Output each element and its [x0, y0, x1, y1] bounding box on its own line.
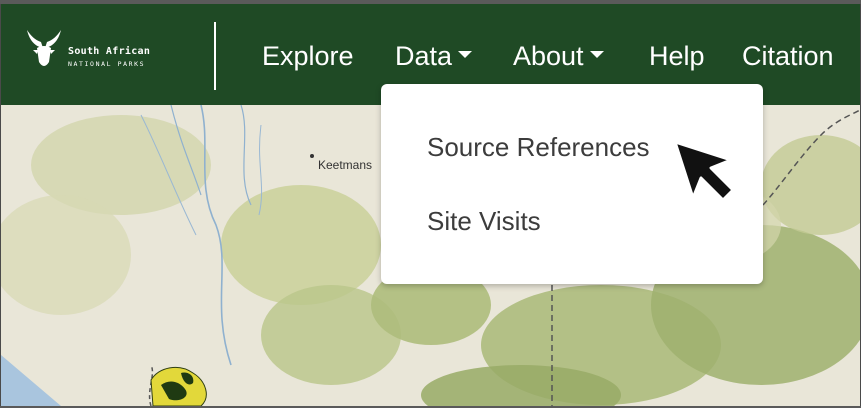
map-city-marker [310, 154, 314, 158]
nav-about-dropdown[interactable]: About [513, 38, 604, 74]
nav-help-label: Help [649, 41, 705, 71]
sanparks-logo[interactable]: South African NATIONAL PARKS [23, 26, 183, 84]
caret-down-icon [589, 51, 604, 59]
nav-data-label: Data [395, 41, 453, 71]
dropdown-item-source-references[interactable]: Source References [427, 132, 650, 163]
nav-explore-label: Explore [262, 41, 354, 71]
dropdown-item-site-visits[interactable]: Site Visits [427, 206, 541, 237]
nav-citation-label: Citation [742, 41, 834, 71]
logo-text-line2: NATIONAL PARKS [68, 60, 146, 68]
browser-viewport: South African NATIONAL PARKS Explore Dat… [0, 4, 861, 406]
map-city-label: Keetmans [318, 158, 373, 172]
nav-divider [214, 22, 216, 90]
nav-about-label: About [513, 41, 584, 71]
kudu-head-icon [27, 30, 61, 66]
mouse-cursor-icon [671, 138, 737, 211]
nav-explore[interactable]: Explore [262, 38, 354, 74]
nav-citation[interactable]: Citation [742, 38, 834, 74]
nav-data-dropdown[interactable]: Data [395, 38, 473, 74]
logo-text-line1: South African [68, 46, 151, 57]
nav-help[interactable]: Help [649, 38, 705, 74]
caret-down-icon [458, 51, 473, 59]
